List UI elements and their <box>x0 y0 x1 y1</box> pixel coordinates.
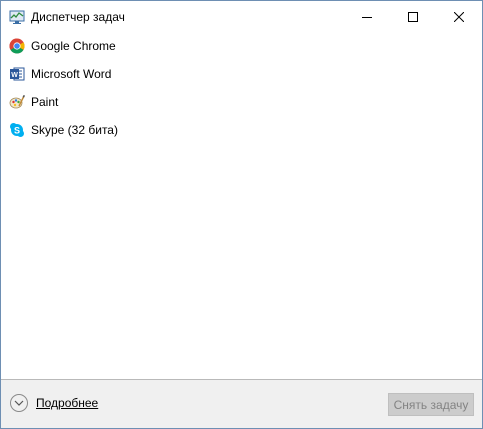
svg-text:S: S <box>14 125 20 135</box>
skype-icon: S <box>9 122 25 138</box>
task-label: Microsoft Word <box>31 67 112 81</box>
more-details-label: Подробнее <box>36 396 99 410</box>
task-manager-window: Диспетчер задач Google Chrome W Microsof… <box>0 0 483 429</box>
task-row-word[interactable]: W Microsoft Word <box>1 60 482 88</box>
task-row-skype[interactable]: S Skype (32 бита) <box>1 116 482 144</box>
maximize-icon <box>408 11 418 22</box>
task-list: Google Chrome W Microsoft Word Paint S S… <box>1 32 482 144</box>
task-row-chrome[interactable]: Google Chrome <box>1 32 482 60</box>
minimize-icon <box>362 16 372 18</box>
task-row-paint[interactable]: Paint <box>1 88 482 116</box>
task-label: Paint <box>31 95 59 109</box>
svg-text:W: W <box>11 72 18 79</box>
chrome-icon <box>9 38 25 54</box>
paint-icon <box>9 94 26 110</box>
window-controls <box>344 1 482 32</box>
more-details-toggle[interactable]: Подробнее <box>10 394 98 412</box>
close-icon <box>454 11 464 22</box>
footer-bar: Подробнее Снять задачу <box>1 379 482 428</box>
task-manager-icon <box>9 9 25 25</box>
minimize-button[interactable] <box>344 1 390 32</box>
word-icon: W <box>9 66 25 82</box>
task-label: Google Chrome <box>31 39 116 53</box>
maximize-button[interactable] <box>390 1 436 32</box>
chevron-down-icon <box>10 394 28 412</box>
window-title: Диспетчер задач <box>31 9 125 24</box>
title-bar[interactable]: Диспетчер задач <box>1 1 482 32</box>
end-task-button[interactable]: Снять задачу <box>388 393 474 416</box>
task-label: Skype (32 бита) <box>31 123 118 137</box>
close-button[interactable] <box>436 1 482 32</box>
